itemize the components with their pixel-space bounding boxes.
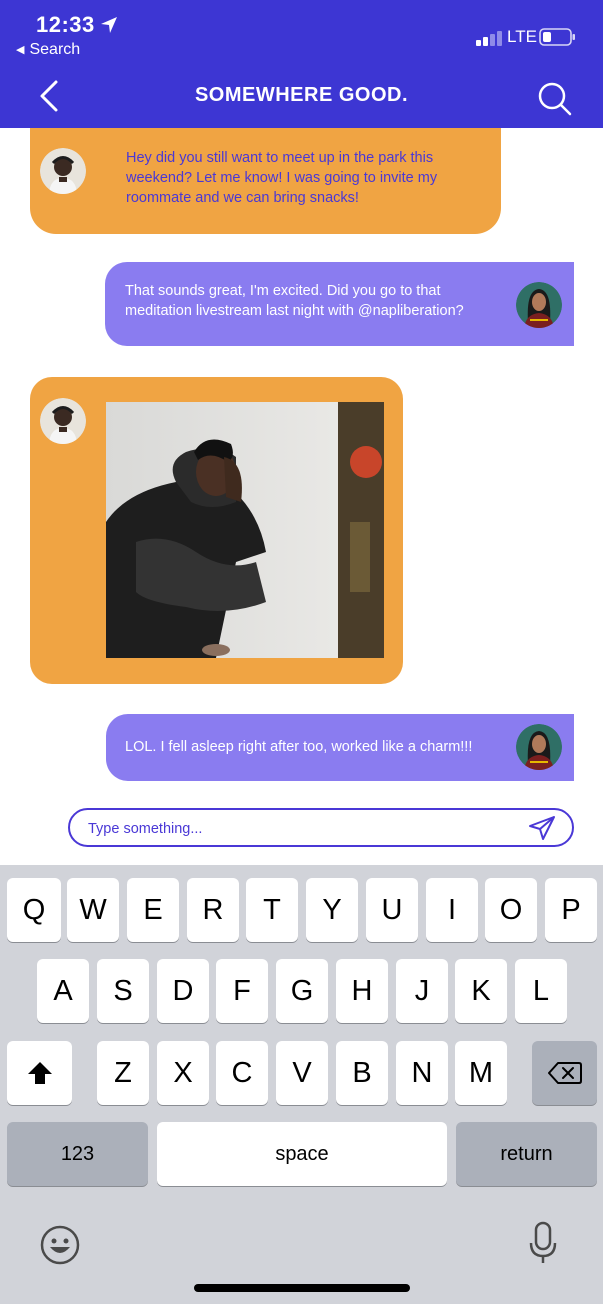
key-g[interactable]: G [276, 959, 328, 1023]
message-text: LOL. I fell asleep right after too, work… [125, 739, 473, 755]
key-b[interactable]: B [336, 1041, 388, 1105]
on-screen-keyboard: Q W E R T Y U I O P A S D F G H J K L Z … [0, 865, 603, 1304]
back-to-search[interactable]: ◀ Search [16, 41, 80, 59]
avatar[interactable] [516, 724, 562, 770]
key-f[interactable]: F [216, 959, 268, 1023]
key-s[interactable]: S [97, 959, 149, 1023]
battery-icon [539, 28, 575, 46]
shared-photo[interactable] [106, 402, 384, 658]
emoji-icon[interactable] [40, 1225, 80, 1265]
key-m[interactable]: M [455, 1041, 507, 1105]
back-triangle-icon: ◀ [16, 44, 25, 56]
key-i[interactable]: I [426, 878, 478, 942]
location-arrow-icon [101, 17, 117, 33]
key-x[interactable]: X [157, 1041, 209, 1105]
avatar[interactable] [40, 398, 86, 444]
key-k[interactable]: K [455, 959, 507, 1023]
back-app-label: Search [29, 41, 81, 58]
key-y[interactable]: Y [306, 878, 358, 942]
delete-icon [547, 1062, 582, 1084]
message-bubble-outgoing[interactable]: That sounds great, I'm excited. Did you … [105, 262, 574, 346]
app-title: SOMEWHERE GOOD. [194, 84, 409, 106]
message-text: That sounds great, I'm excited. Did you … [125, 283, 464, 319]
signal-icon [476, 31, 502, 46]
key-n[interactable]: N [396, 1041, 448, 1105]
app-header: 12:33 ◀ Search LTE SOMEWHERE GOOD. [0, 0, 603, 128]
message-bubble-incoming-image[interactable] [30, 377, 403, 684]
return-key[interactable]: return [456, 1122, 597, 1186]
avatar[interactable] [40, 148, 86, 194]
key-u[interactable]: U [366, 878, 418, 942]
search-icon[interactable] [536, 80, 572, 116]
send-icon[interactable] [528, 815, 556, 841]
key-r[interactable]: R [187, 878, 239, 942]
numbers-key[interactable]: 123 [7, 1122, 148, 1186]
message-bubble-outgoing[interactable]: LOL. I fell asleep right after too, work… [106, 714, 574, 781]
key-z[interactable]: Z [97, 1041, 149, 1105]
microphone-icon[interactable] [528, 1221, 558, 1265]
shift-key[interactable] [7, 1041, 72, 1105]
key-q[interactable]: Q [7, 878, 61, 942]
key-e[interactable]: E [127, 878, 179, 942]
key-c[interactable]: C [216, 1041, 268, 1105]
key-w[interactable]: W [67, 878, 119, 942]
key-j[interactable]: J [396, 959, 448, 1023]
delete-key[interactable] [532, 1041, 597, 1105]
status-time: 12:33 [36, 12, 95, 37]
space-key[interactable]: space [157, 1122, 447, 1186]
home-indicator[interactable] [194, 1284, 410, 1292]
key-t[interactable]: T [246, 878, 298, 942]
key-p[interactable]: P [545, 878, 597, 942]
key-l[interactable]: L [515, 959, 567, 1023]
message-input[interactable] [86, 818, 520, 840]
message-text: Hey did you still want to meet up in the… [126, 150, 438, 206]
key-a[interactable]: A [37, 959, 89, 1023]
shift-icon [27, 1062, 52, 1084]
network-type: LTE [507, 27, 537, 46]
avatar[interactable] [516, 282, 562, 328]
message-composer [68, 808, 574, 847]
key-d[interactable]: D [157, 959, 209, 1023]
message-bubble-incoming[interactable]: Hey did you still want to meet up in the… [30, 128, 501, 234]
key-o[interactable]: O [485, 878, 537, 942]
key-v[interactable]: V [276, 1041, 328, 1105]
key-h[interactable]: H [336, 959, 388, 1023]
